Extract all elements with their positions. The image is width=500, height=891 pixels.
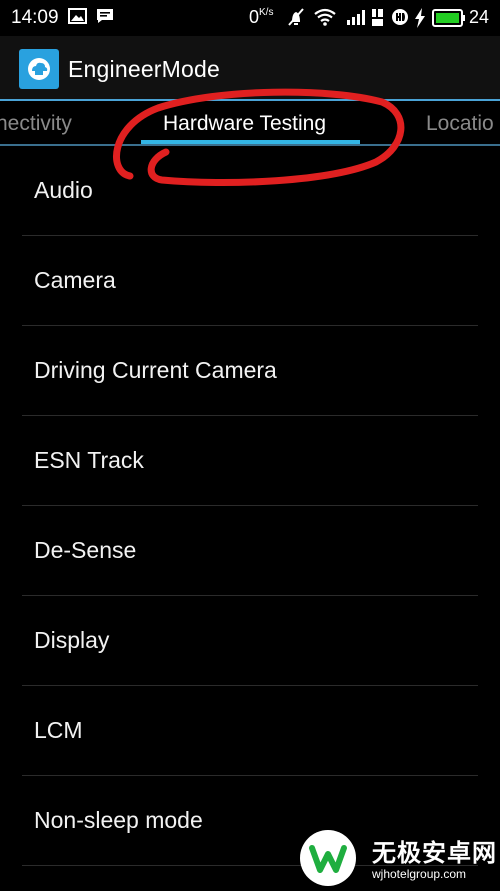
network-speed-value: 0 bbox=[249, 7, 260, 27]
tab-hardware-testing[interactable]: Hardware Testing bbox=[163, 112, 326, 136]
list-item-label: ESN Track bbox=[34, 447, 144, 473]
cloud-icon bbox=[28, 58, 50, 80]
list-item-label: Driving Current Camera bbox=[34, 357, 277, 383]
list-item-display[interactable]: Display bbox=[0, 596, 500, 686]
hd-icon bbox=[392, 9, 408, 25]
list-item-audio[interactable]: Audio bbox=[0, 146, 500, 236]
list-item-camera[interactable]: Camera bbox=[0, 236, 500, 326]
status-bar: 14:09 0K/s 24 bbox=[0, 0, 500, 36]
tab-bar: nectivity Hardware Testing Locatio bbox=[0, 101, 500, 146]
watermark-title: 无极安卓网 bbox=[372, 840, 497, 867]
watermark-url: wjhotelgroup.com bbox=[372, 867, 467, 881]
network-speed-unit: K/s bbox=[259, 7, 274, 18]
image-icon bbox=[68, 8, 87, 24]
wifi-icon bbox=[314, 8, 336, 26]
signal-icon bbox=[347, 10, 365, 25]
tab-location[interactable]: Locatio bbox=[426, 112, 494, 136]
app-title: EngineerMode bbox=[68, 56, 221, 82]
tab-connectivity[interactable]: nectivity bbox=[0, 112, 72, 136]
list-item-driving-current-camera[interactable]: Driving Current Camera bbox=[0, 326, 500, 416]
list-item-esn-track[interactable]: ESN Track bbox=[0, 416, 500, 506]
hardware-testing-list: Audio Camera Driving Current Camera ESN … bbox=[0, 146, 500, 889]
list-item-lcm[interactable]: LCM bbox=[0, 686, 500, 776]
engineermode-app-icon[interactable] bbox=[19, 49, 59, 89]
list-item-label: Non-sleep mode bbox=[34, 807, 203, 833]
list-item-label: Display bbox=[34, 627, 110, 653]
list-item-label: LCM bbox=[34, 717, 83, 743]
battery-icon bbox=[432, 9, 465, 27]
list-item-label: Audio bbox=[34, 177, 93, 203]
list-item-label: Camera bbox=[34, 267, 116, 293]
message-icon bbox=[97, 9, 113, 23]
status-time: 14:09 bbox=[11, 7, 59, 28]
charging-icon bbox=[415, 8, 425, 28]
battery-level: 24 bbox=[469, 7, 490, 27]
list-item-de-sense[interactable]: De-Sense bbox=[0, 506, 500, 596]
watermark: 无极安卓网 wjhotelgroup.com bbox=[296, 826, 500, 889]
action-bar: EngineerMode bbox=[0, 36, 500, 100]
watermark-logo-icon bbox=[300, 830, 356, 886]
list-item-label: De-Sense bbox=[34, 537, 137, 563]
mute-icon bbox=[288, 8, 304, 26]
w-logo-icon bbox=[309, 845, 347, 873]
4g-lte-icon bbox=[372, 9, 383, 26]
network-speed: 0K/s bbox=[249, 7, 273, 28]
